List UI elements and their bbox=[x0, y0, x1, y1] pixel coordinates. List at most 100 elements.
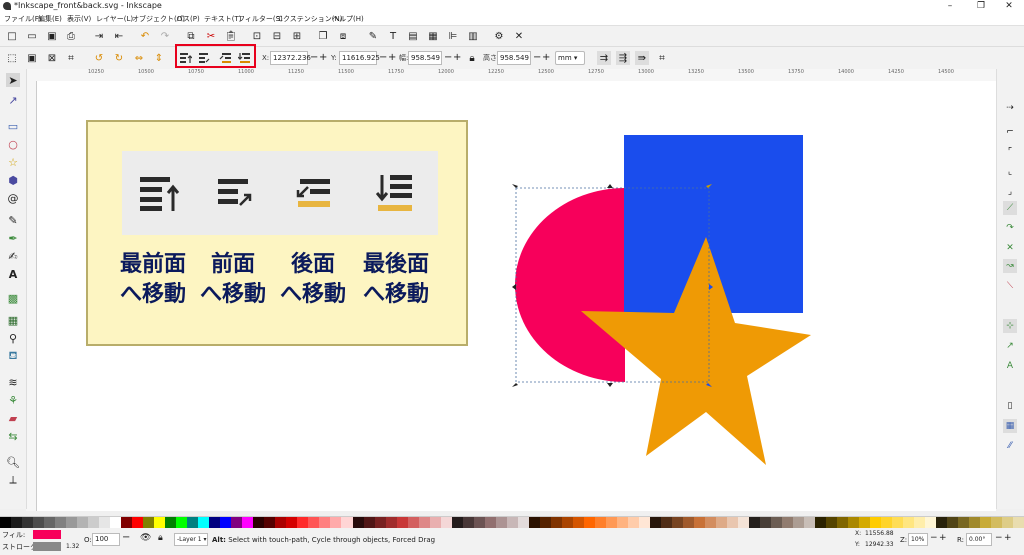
opacity-input[interactable]: 100 bbox=[92, 533, 120, 546]
calligraphy-tool-icon[interactable]: ✍ bbox=[6, 249, 20, 263]
zoom-decrement-icon[interactable]: − bbox=[930, 533, 938, 543]
menu-help[interactable]: ヘルプ(H) bbox=[332, 14, 364, 24]
x-decrement-icon[interactable]: − bbox=[310, 51, 318, 65]
snap-smooth-icon[interactable]: ↝ bbox=[1003, 259, 1017, 273]
fill-swatch[interactable] bbox=[33, 530, 61, 539]
pen-tool-icon[interactable]: ✒ bbox=[6, 231, 20, 245]
spray-tool-icon[interactable]: ▩ bbox=[6, 291, 20, 305]
scale-handle-n[interactable] bbox=[607, 184, 613, 188]
snap-bbox-edge-icon[interactable]: ⌜ bbox=[1003, 145, 1017, 159]
duplicate-icon[interactable]: ❐ bbox=[316, 29, 330, 43]
clone-icon[interactable]: ⧈ bbox=[336, 29, 350, 43]
y-input[interactable]: 11616.925 bbox=[339, 51, 380, 65]
scale-handle-nw[interactable] bbox=[512, 184, 518, 188]
x-increment-icon[interactable]: + bbox=[319, 51, 327, 65]
lower-icon[interactable] bbox=[218, 51, 232, 65]
save-icon[interactable]: ▣ bbox=[45, 29, 59, 43]
3d-box-tool-icon[interactable]: ⬢ bbox=[6, 173, 20, 187]
maximize-icon[interactable]: ❐ bbox=[966, 0, 996, 13]
print-icon[interactable]: ⎙ bbox=[64, 29, 78, 43]
xml-editor-icon[interactable]: ▦ bbox=[426, 29, 440, 43]
snap-bbox-corner-icon[interactable]: ⌞ bbox=[1003, 165, 1017, 179]
undo-icon[interactable]: ↶ bbox=[138, 29, 152, 43]
text-tool-icon[interactable]: A bbox=[6, 267, 20, 281]
lock-ratio-icon[interactable]: 🔒︎ bbox=[465, 51, 479, 65]
menu-layer[interactable]: レイヤー(L) bbox=[96, 14, 133, 24]
import-icon[interactable]: ⇥ bbox=[92, 29, 106, 43]
align-distribute-icon[interactable]: ⊫ bbox=[446, 29, 460, 43]
snap-guide-icon[interactable]: ⁄⁄ bbox=[1003, 439, 1017, 453]
close-icon[interactable]: ✕ bbox=[994, 0, 1024, 13]
scale-handle-sw[interactable] bbox=[512, 383, 518, 387]
h-increment-icon[interactable]: + bbox=[542, 51, 550, 65]
deselect-icon[interactable]: ⊠ bbox=[45, 51, 59, 65]
menu-path[interactable]: パス(P) bbox=[176, 14, 200, 24]
rotate-input[interactable]: 0.00° bbox=[966, 533, 992, 546]
lower-to-bottom-icon[interactable] bbox=[237, 51, 251, 65]
minimize-icon[interactable]: – bbox=[935, 0, 965, 13]
scale-corners-icon[interactable]: ⇶ bbox=[616, 51, 630, 65]
cut-icon[interactable]: ✂ bbox=[204, 29, 218, 43]
pencil-tool-icon[interactable]: ✎ bbox=[6, 213, 20, 227]
layer-lock-icon[interactable]: 🔒︎ bbox=[158, 533, 163, 543]
snap-grid-icon[interactable]: ▦ bbox=[1003, 419, 1017, 433]
new-document-icon[interactable]: □ bbox=[5, 29, 19, 43]
tweak-tool-icon[interactable]: ≋ bbox=[6, 375, 20, 389]
circle-tool-icon[interactable]: ○ bbox=[6, 137, 20, 151]
rotate-cw-icon[interactable]: ↻ bbox=[112, 51, 126, 65]
select-same-icon[interactable]: ⌗ bbox=[64, 51, 78, 65]
scale-handle-s[interactable] bbox=[607, 383, 613, 387]
w-decrement-icon[interactable]: − bbox=[444, 51, 452, 65]
spiral-tool-icon[interactable]: @ bbox=[6, 191, 20, 205]
canvas[interactable]: 最前面 へ移動 前面 へ移動 後面 へ移動 最後面 へ移動 bbox=[37, 81, 996, 511]
snap-toggle-icon[interactable]: ⇢ bbox=[1003, 101, 1017, 115]
redo-icon[interactable]: ↷ bbox=[158, 29, 172, 43]
menu-file[interactable]: ファイル(F) bbox=[4, 14, 42, 24]
raise-icon[interactable] bbox=[198, 51, 212, 65]
stroke-swatch[interactable] bbox=[33, 542, 61, 551]
layer-select[interactable]: -Layer 1 ▾ bbox=[174, 533, 208, 546]
h-decrement-icon[interactable]: − bbox=[533, 51, 541, 65]
snap-rotation-center-icon[interactable]: ↗ bbox=[1003, 339, 1017, 353]
snap-path-icon[interactable]: ↷ bbox=[1003, 221, 1017, 235]
snap-text-baseline-icon[interactable]: A bbox=[1003, 359, 1017, 373]
text-font-icon[interactable]: T bbox=[386, 29, 400, 43]
flip-horizontal-icon[interactable]: ⇔ bbox=[132, 51, 146, 65]
snap-centers-icon[interactable]: ⊹ bbox=[1003, 319, 1017, 333]
snap-bbox-midpoint-icon[interactable]: ⌟ bbox=[1003, 185, 1017, 199]
zoom-increment-icon[interactable]: + bbox=[939, 533, 947, 543]
snap-bbox-icon[interactable]: ⌐ bbox=[1003, 125, 1017, 139]
flip-vertical-icon[interactable]: ⇕ bbox=[152, 51, 166, 65]
layers-icon[interactable]: ▤ bbox=[406, 29, 420, 43]
tools-icon[interactable]: ✕ bbox=[512, 29, 526, 43]
w-increment-icon[interactable]: + bbox=[453, 51, 461, 65]
dropper-tool-icon[interactable]: ⚲ bbox=[6, 331, 20, 345]
open-icon[interactable]: ▭ bbox=[25, 29, 39, 43]
w-input[interactable]: 958.549 bbox=[408, 51, 442, 65]
node-tool-icon[interactable]: ↗ bbox=[6, 93, 20, 107]
layer-visibility-icon[interactable]: 👁︎ bbox=[140, 533, 151, 543]
zoom-input[interactable]: 10% bbox=[908, 533, 928, 546]
zoom-page-icon[interactable]: ⊞ bbox=[290, 29, 304, 43]
raise-to-top-icon[interactable] bbox=[179, 51, 193, 65]
y-decrement-icon[interactable]: − bbox=[379, 51, 387, 65]
eraser-tool-icon[interactable]: ▰ bbox=[6, 411, 20, 425]
rotate-decrement-icon[interactable]: − bbox=[995, 533, 1003, 543]
select-all-icon[interactable]: ⬚ bbox=[5, 51, 19, 65]
menu-text[interactable]: テキスト(T) bbox=[204, 14, 242, 24]
document-properties-icon[interactable]: ▥ bbox=[466, 29, 480, 43]
h-input[interactable]: 958.549 bbox=[497, 51, 531, 65]
pink-half-circle[interactable] bbox=[515, 188, 625, 382]
copy-icon[interactable]: ⧉ bbox=[184, 29, 198, 43]
rotate-ccw-icon[interactable]: ↺ bbox=[92, 51, 106, 65]
export-icon[interactable]: ⇤ bbox=[112, 29, 126, 43]
zoom-selection-icon[interactable]: ⊡ bbox=[250, 29, 264, 43]
rect-tool-icon[interactable]: ▭ bbox=[6, 119, 20, 133]
preferences-icon[interactable]: ⚙ bbox=[492, 29, 506, 43]
scale-stroke-icon[interactable]: ⇉ bbox=[597, 51, 611, 65]
move-patterns-icon[interactable]: ⌗ bbox=[655, 51, 669, 65]
spray-can-tool-icon[interactable]: ⚘ bbox=[6, 393, 20, 407]
snap-intersection-icon[interactable]: ✕ bbox=[1003, 241, 1017, 255]
selector-tool-icon[interactable]: ➤ bbox=[6, 73, 20, 87]
y-increment-icon[interactable]: + bbox=[388, 51, 396, 65]
